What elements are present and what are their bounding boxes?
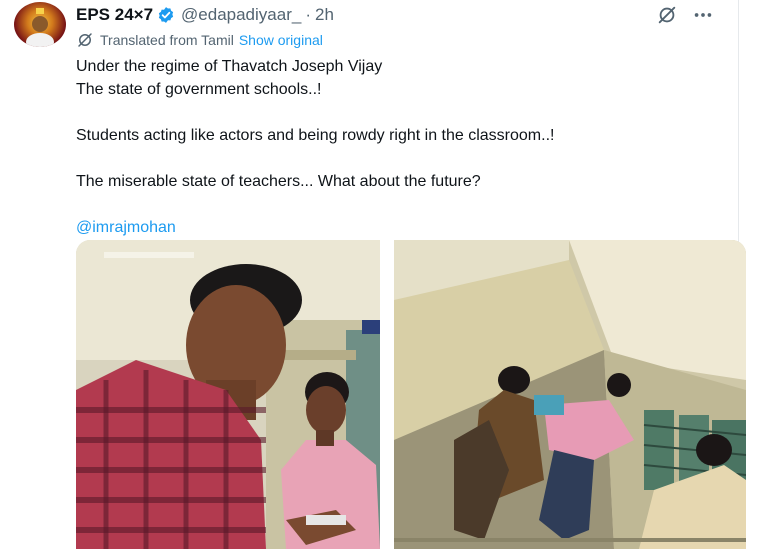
translate-icon (78, 33, 92, 47)
separator-dot: · (305, 5, 311, 24)
media-photo-2[interactable] (394, 240, 746, 549)
tweet-line-1: Under the regime of Thavatch Joseph Vija… (76, 58, 383, 75)
tweet-text: Under the regime of Thavatch Joseph Vija… (76, 55, 726, 239)
media-photo-1[interactable] (76, 240, 380, 549)
tweet-line-4: The miserable state of teachers... What … (76, 173, 481, 190)
grok-icon[interactable] (656, 4, 678, 26)
tweet-line-3: Students acting like actors and being ro… (76, 127, 555, 144)
avatar[interactable] (14, 2, 66, 47)
avatar-portrait (26, 8, 54, 47)
translation-note: Translated from Tamil Show original (76, 31, 323, 49)
user-handle[interactable]: @edapadiyaar_ (181, 5, 301, 25)
media-grid (76, 240, 746, 549)
more-options-icon[interactable] (692, 4, 714, 26)
tweet-header: EPS 24×7 @edapadiyaar_ · 2h (76, 3, 334, 27)
show-original-link[interactable]: Show original (239, 32, 323, 48)
verified-badge-icon[interactable] (157, 6, 175, 24)
mention-link[interactable]: @imrajmohan (76, 216, 726, 239)
translation-label: Translated from Tamil (100, 32, 234, 48)
tweet-actions-top (656, 4, 714, 26)
tweet-line-2: The state of government schools..! (76, 81, 322, 98)
display-name[interactable]: EPS 24×7 (76, 5, 153, 25)
timestamp[interactable]: 2h (315, 5, 334, 25)
